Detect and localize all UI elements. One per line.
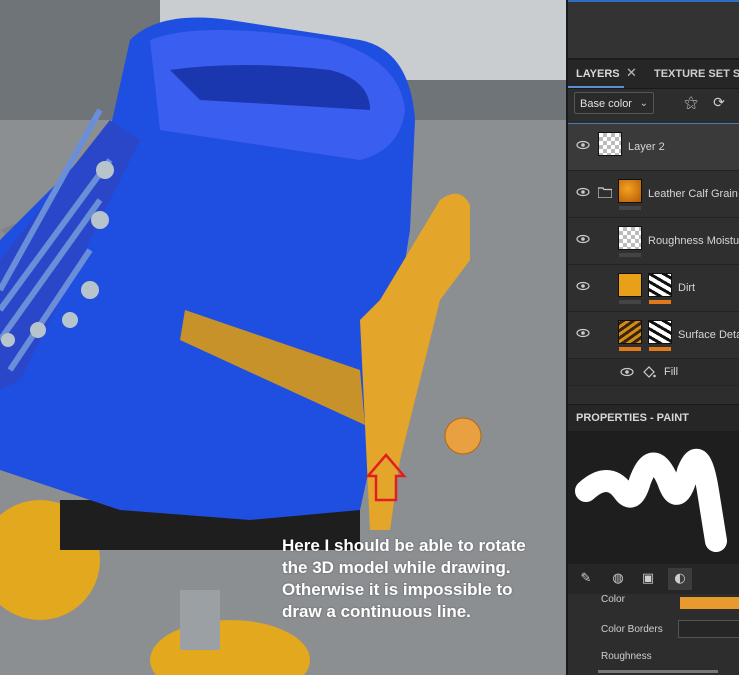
fill-label: Fill	[664, 366, 679, 378]
properties-header: PROPERTIES - PAINT	[568, 404, 739, 431]
alpha-icon[interactable]: ◍	[606, 568, 630, 590]
layer-row-dirt[interactable]: Dirt	[568, 265, 739, 312]
layer-row-surface-detail[interactable]: Surface Deta	[568, 312, 739, 359]
channel-select[interactable]: Base color ⌄	[574, 92, 654, 114]
3d-viewport[interactable]: Here I should be able to rotate the 3D m…	[0, 0, 566, 675]
layer-name: Leather Calf Grain c	[648, 188, 739, 200]
chevron-down-icon: ⌄	[639, 98, 648, 109]
layer-mask-bar	[619, 206, 641, 210]
color-borders-field[interactable]	[678, 620, 739, 638]
color-swatch[interactable]	[680, 597, 739, 609]
layer-name: Roughness Moisture	[648, 235, 739, 247]
brush-icon[interactable]: ✎	[574, 568, 598, 590]
eyelet	[30, 322, 46, 338]
layer-thumbnail	[618, 320, 642, 344]
brush-preview	[568, 431, 739, 564]
brush-cursor[interactable]	[444, 417, 482, 455]
color-label: Color	[601, 594, 625, 605]
panel-tabs: LAYERS ✕ TEXTURE SET SE	[568, 60, 739, 89]
eyelet	[91, 211, 109, 229]
roughness-label: Roughness	[601, 651, 652, 662]
right-panel: LAYERS ✕ TEXTURE SET SE Base color ⌄ ⚝ ⟳…	[566, 0, 739, 675]
magic-wand-icon[interactable]: ⚝	[682, 94, 700, 112]
layer-name: Surface Deta	[678, 329, 739, 341]
layer-mask-bar-active	[619, 347, 641, 351]
paint-bucket-icon	[643, 366, 656, 378]
layer-name: Layer 2	[628, 141, 665, 153]
layer-mask-bar-active	[649, 347, 671, 351]
eyelet	[1, 333, 15, 347]
eye-icon[interactable]	[576, 326, 590, 340]
eyelet	[62, 312, 78, 328]
close-icon[interactable]: ✕	[626, 60, 637, 88]
layer-mask-bar-active	[649, 300, 671, 304]
eyelet	[96, 161, 114, 179]
refresh-icon[interactable]: ⟳	[710, 94, 728, 112]
layer-thumbnail	[618, 273, 642, 297]
stencil-icon[interactable]: ▣	[636, 568, 660, 590]
layers-toolbar: Base color ⌄ ⚝ ⟳	[568, 89, 739, 121]
layer-thumbnail	[598, 132, 622, 156]
layer-row-leather[interactable]: Leather Calf Grain c	[568, 171, 739, 218]
layer-mask-thumbnail	[648, 320, 672, 344]
layer-mask-thumbnail	[648, 273, 672, 297]
layer-thumbnail	[618, 226, 642, 250]
brush-stroke-preview-icon	[575, 448, 727, 552]
tab-layers[interactable]: LAYERS	[568, 60, 624, 88]
properties-tabs: ✎ ◍ ▣ ◐	[568, 564, 739, 594]
material-icon[interactable]: ◐	[668, 568, 692, 590]
eyelet	[81, 281, 99, 299]
eye-icon[interactable]	[576, 232, 590, 246]
eye-icon[interactable]	[576, 138, 590, 152]
roughness-slider[interactable]	[598, 670, 718, 673]
truck-metal	[180, 590, 220, 650]
accent-line	[568, 0, 739, 2]
layer-row-roughness[interactable]: Roughness Moisture	[568, 218, 739, 265]
eye-icon[interactable]	[576, 185, 590, 199]
layer-list: Layer 2 Leather Calf Grain c Roughness M…	[568, 123, 739, 386]
layer-thumbnail	[618, 179, 642, 203]
folder-icon	[598, 187, 612, 198]
fill-effect-row[interactable]: Fill	[568, 359, 739, 386]
annotation-text: Here I should be able to rotate the 3D m…	[282, 536, 526, 621]
panel-top-strip	[568, 0, 739, 60]
eye-icon[interactable]	[620, 365, 634, 379]
layer-mask-bar	[619, 300, 641, 304]
channel-select-value: Base color	[580, 98, 632, 110]
layer-mask-bar	[619, 253, 641, 257]
color-borders-label: Color Borders	[601, 624, 663, 635]
properties-rows: Color Color Borders Roughness	[568, 594, 739, 675]
layer-name: Dirt	[678, 282, 696, 294]
eye-icon[interactable]	[576, 279, 590, 293]
layer-row-layer-2[interactable]: Layer 2	[568, 123, 739, 172]
tab-texture-set[interactable]: TEXTURE SET SE	[654, 60, 739, 88]
properties-title: PROPERTIES - PAINT	[576, 412, 689, 424]
